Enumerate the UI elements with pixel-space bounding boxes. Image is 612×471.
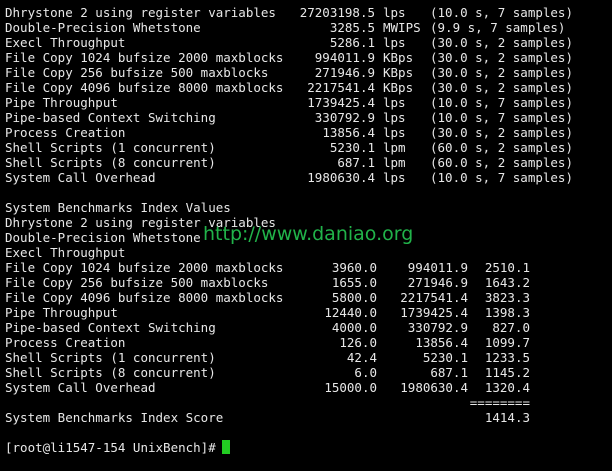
result-unit: lps bbox=[383, 95, 406, 110]
result-value: 1739425.4 bbox=[307, 95, 375, 110]
result-unit: lps bbox=[383, 110, 406, 125]
test-name: File Copy 1024 bufsize 2000 maxblocks bbox=[5, 50, 284, 65]
index-result-value: 330792.9 bbox=[407, 320, 468, 335]
index-value: 3823.3 bbox=[484, 290, 530, 305]
result-value: 687.1 bbox=[337, 155, 375, 170]
test-name: System Call Overhead bbox=[5, 170, 156, 185]
result-detail: (60.0 s, 2 samples) bbox=[430, 140, 573, 155]
result-unit: lps bbox=[383, 125, 406, 140]
index-result-value: 2217541.4 bbox=[400, 290, 468, 305]
test-name: Execl Throughput bbox=[5, 245, 126, 260]
index-value: 1145.2 bbox=[484, 365, 530, 380]
result-unit: lpm bbox=[383, 140, 406, 155]
result-unit: lps bbox=[383, 35, 406, 50]
test-name: System Call Overhead bbox=[5, 380, 156, 395]
test-name: Double-Precision Whetstone bbox=[5, 20, 201, 35]
result-value: 1980630.4 bbox=[307, 170, 375, 185]
index-result-value: 13856.4 bbox=[415, 335, 468, 350]
result-value: 27203198.5 bbox=[299, 5, 375, 20]
baseline-value: 15000.0 bbox=[324, 380, 377, 395]
test-name: Double-Precision Whetstone bbox=[5, 230, 201, 245]
index-value: 1398.3 bbox=[484, 305, 530, 320]
separator: ======== bbox=[469, 395, 530, 410]
baseline-value: 6.0 bbox=[354, 365, 377, 380]
result-unit: lpm bbox=[383, 155, 406, 170]
result-detail: (10.0 s, 7 samples) bbox=[430, 110, 573, 125]
result-value: 330792.9 bbox=[314, 110, 375, 125]
result-unit: KBps bbox=[383, 65, 414, 80]
test-name: Execl Throughput bbox=[5, 35, 126, 50]
result-value: 994011.9 bbox=[314, 50, 375, 65]
cursor[interactable] bbox=[221, 440, 230, 454]
result-detail: (30.0 s, 2 samples) bbox=[430, 80, 573, 95]
test-name: Dhrystone 2 using register variables bbox=[5, 5, 276, 20]
baseline-value: 126.0 bbox=[339, 335, 377, 350]
result-detail: (30.0 s, 2 samples) bbox=[430, 50, 573, 65]
test-name: Shell Scripts (1 concurrent) bbox=[5, 140, 216, 155]
result-detail: (60.0 s, 2 samples) bbox=[430, 155, 573, 170]
score-label: System Benchmarks Index Score bbox=[5, 410, 224, 425]
result-value: 271946.9 bbox=[314, 65, 375, 80]
prompt-row[interactable]: [root@li1547-154 UnixBench]# bbox=[5, 440, 230, 455]
index-value: 1233.5 bbox=[484, 350, 530, 365]
result-detail: (10.0 s, 7 samples) bbox=[430, 170, 573, 185]
baseline-value: 42.4 bbox=[346, 350, 377, 365]
baseline-value: 1655.0 bbox=[331, 275, 377, 290]
index-result-value: 1739425.4 bbox=[400, 305, 468, 320]
index-result-value: 5230.1 bbox=[422, 350, 468, 365]
test-name: Pipe Throughput bbox=[5, 95, 118, 110]
result-unit: lps bbox=[383, 170, 406, 185]
index-value: 1643.2 bbox=[484, 275, 530, 290]
index-result-value: 271946.9 bbox=[407, 275, 468, 290]
result-unit: lps bbox=[383, 5, 406, 20]
index-result-value: 1980630.4 bbox=[400, 380, 468, 395]
test-name: Pipe-based Context Switching bbox=[5, 320, 216, 335]
result-unit: MWIPS bbox=[383, 20, 421, 35]
result-unit: KBps bbox=[383, 50, 414, 65]
test-name: Shell Scripts (8 concurrent) bbox=[5, 365, 216, 380]
test-name: File Copy 1024 bufsize 2000 maxblocks bbox=[5, 260, 284, 275]
result-detail: (30.0 s, 2 samples) bbox=[430, 65, 573, 80]
score-value: 1414.3 bbox=[484, 410, 530, 425]
index-value: 1320.4 bbox=[484, 380, 530, 395]
terminal-window[interactable]: Dhrystone 2 using register variables 2720… bbox=[0, 0, 612, 471]
index-result-value: 994011.9 bbox=[407, 260, 468, 275]
result-value: 13856.4 bbox=[322, 125, 375, 140]
baseline-value: 3960.0 bbox=[331, 260, 377, 275]
test-name: Process Creation bbox=[5, 335, 126, 350]
test-name: Pipe-based Context Switching bbox=[5, 110, 216, 125]
test-name: File Copy 4096 bufsize 8000 maxblocks bbox=[5, 80, 284, 95]
test-name: Process Creation bbox=[5, 125, 126, 140]
baseline-value: 4000.0 bbox=[331, 320, 377, 335]
result-value: 5286.1 bbox=[329, 35, 375, 50]
test-name: File Copy 256 bufsize 500 maxblocks bbox=[5, 65, 269, 80]
result-detail: (9.9 s, 7 samples) bbox=[430, 20, 566, 35]
result-detail: (30.0 s, 2 samples) bbox=[430, 35, 573, 50]
test-name: Shell Scripts (1 concurrent) bbox=[5, 350, 216, 365]
baseline-value: 5800.0 bbox=[331, 290, 377, 305]
test-name: Shell Scripts (8 concurrent) bbox=[5, 155, 216, 170]
result-detail: (10.0 s, 7 samples) bbox=[430, 95, 573, 110]
result-value: 5230.1 bbox=[329, 140, 375, 155]
shell-prompt: [root@li1547-154 UnixBench]# bbox=[5, 440, 216, 455]
index-value: 827.0 bbox=[492, 320, 530, 335]
result-detail: (30.0 s, 2 samples) bbox=[430, 125, 573, 140]
result-value: 2217541.4 bbox=[307, 80, 375, 95]
test-name: File Copy 4096 bufsize 8000 maxblocks bbox=[5, 290, 284, 305]
baseline-value: 12440.0 bbox=[324, 305, 377, 320]
index-value: 2510.1 bbox=[484, 260, 530, 275]
result-unit: KBps bbox=[383, 80, 414, 95]
result-value: 3285.5 bbox=[329, 20, 375, 35]
index-value: 1099.7 bbox=[484, 335, 530, 350]
index-header-text: System Benchmarks Index Values bbox=[5, 200, 231, 215]
result-detail: (10.0 s, 7 samples) bbox=[430, 5, 573, 20]
index-result-value: 687.1 bbox=[430, 365, 468, 380]
watermark: http://www.daniao.org bbox=[203, 223, 414, 245]
test-name: File Copy 256 bufsize 500 maxblocks bbox=[5, 275, 269, 290]
test-name: Pipe Throughput bbox=[5, 305, 118, 320]
